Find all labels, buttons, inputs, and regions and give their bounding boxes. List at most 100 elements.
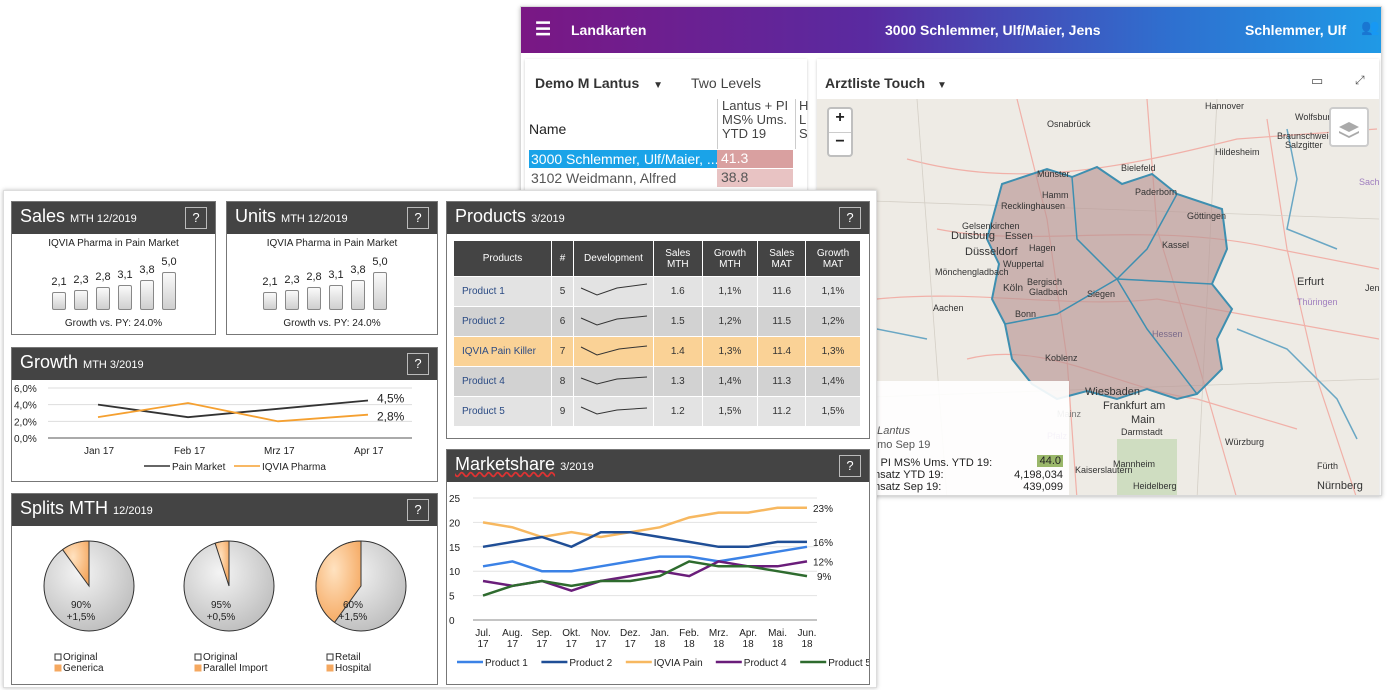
rank-cell: 6 [551, 306, 574, 337]
svg-text:Mönchengladbach: Mönchengladbach [935, 267, 1009, 277]
bar-value-label: 2,8 [306, 271, 322, 283]
bar-value-label: 5,0 [161, 256, 177, 268]
app-title: Landkarten [571, 22, 647, 38]
column-header-name[interactable]: Name [529, 121, 566, 137]
column-header-line: H [799, 98, 809, 113]
card-header: Growth MTH 3/2019 ? [12, 348, 437, 380]
table-row[interactable]: IQVIA Pain Killer 7 1.4 1,3% 11.4 1,3% [453, 336, 861, 367]
legend-label: Pain Market [172, 462, 226, 473]
legend-label: Product 5 [828, 658, 869, 669]
expand-icon[interactable]: ⤢ [1355, 73, 1365, 88]
table-row-selected[interactable]: 3000 Schlemmer, Ulf/Maier, ... 41.3 [529, 150, 793, 168]
column-header[interactable]: # [551, 240, 574, 277]
zoom-out-button[interactable]: − [829, 133, 851, 155]
svg-text:Siegen: Siegen [1087, 289, 1115, 299]
map-canvas[interactable]: Hannover Osnabrück Wolfsburg Braunschwei… [817, 99, 1379, 495]
card-period: MTH 3/2019 [83, 359, 144, 371]
card-period: MTH 12/2019 [70, 213, 137, 225]
help-button[interactable]: ? [185, 207, 207, 229]
svg-text:Thüringen: Thüringen [1297, 297, 1338, 307]
column-header[interactable]: Sales MTH [653, 240, 703, 277]
legend-label: Generica [63, 663, 104, 674]
series-line [97, 399, 369, 419]
bar [52, 292, 66, 310]
growth-mth-cell: 1,1% [701, 276, 759, 307]
end-value-label: 23% [813, 504, 833, 515]
legend-label: Parallel Import [203, 663, 268, 674]
legend-swatch [54, 653, 62, 661]
column-header[interactable]: Development [573, 240, 654, 277]
column-header-value[interactable]: Lantus + PI MS% Ums. YTD 19 [717, 99, 795, 149]
zoom-control: + − [827, 107, 853, 157]
table-row[interactable]: 3102 Weidmann, Alfred 38.8 [529, 169, 793, 187]
layers-button[interactable] [1329, 107, 1369, 147]
x-tick-label: 17 [507, 639, 519, 650]
column-header-extra[interactable]: H L S [795, 98, 809, 149]
card-title: Products 3/2019 [455, 206, 565, 227]
card-header: Units MTH 12/2019 ? [227, 202, 437, 234]
svg-text:Paderborn: Paderborn [1135, 187, 1177, 197]
table-row[interactable]: Product 2 6 1.5 1,2% 11.5 1,2% [453, 306, 861, 337]
column-header[interactable]: Growth MAT [805, 240, 861, 277]
map-list-dropdown-label: Arztliste Touch [825, 75, 926, 91]
user-name[interactable]: Schlemmer, Ulf [1245, 22, 1346, 38]
growth-mat-cell: 1,2% [805, 306, 861, 337]
development-sparkline-cell [573, 276, 654, 307]
y-tick-label: 5 [449, 592, 455, 603]
x-tick-label: Jun. [798, 628, 817, 639]
units-mini-bar-chart: 2,1 2,3 2,8 3,1 3,8 5,0 [262, 254, 403, 310]
help-button[interactable]: ? [407, 499, 429, 521]
zoom-in-button[interactable]: + [829, 109, 851, 133]
bar-value-label: 2,1 [51, 276, 67, 288]
map-list-dropdown[interactable]: Arztliste Touch ▼ [825, 75, 947, 91]
growth-footer: Growth vs. PY: 24.0% [283, 318, 381, 329]
end-value-label: 2,8% [377, 410, 405, 424]
svg-text:Hamm: Hamm [1042, 190, 1069, 200]
map-panel: Arztliste Touch ▼ ▭ ⤢ Hannover Osnabrück… [817, 59, 1379, 495]
sales-mini-bar-chart: 2,1 2,3 2,8 3,1 3,8 5,0 [51, 254, 192, 310]
x-tick-label: Feb. [679, 628, 699, 639]
column-header[interactable]: Sales MAT [757, 240, 807, 277]
help-button[interactable]: ? [407, 353, 429, 375]
x-tick-label: 17 [595, 639, 607, 650]
card-title: Growth MTH 3/2019 [20, 352, 144, 373]
table-row[interactable]: Product 5 9 1.2 1,5% 11.2 1,5% [453, 396, 861, 427]
card-period: MTH 12/2019 [281, 213, 348, 225]
svg-text:Kassel: Kassel [1162, 240, 1189, 250]
x-tick-label: 18 [713, 639, 725, 650]
people-icon[interactable]: 👥 [1361, 18, 1380, 36]
column-header-line: YTD 19 [722, 126, 767, 141]
bar [351, 280, 365, 310]
dataset-dropdown[interactable]: Demo M Lantus ▼ [535, 75, 663, 91]
help-button[interactable]: ? [839, 455, 861, 477]
dataset-dropdown-label: Demo M Lantus [535, 75, 640, 91]
column-header[interactable]: Growth MTH [701, 240, 759, 277]
x-tick-label: Okt. [562, 628, 580, 639]
dashboard: Sales MTH 12/2019 ? IQVIA Pharma in Pain… [3, 190, 877, 688]
column-header[interactable]: Products [453, 240, 552, 277]
help-button[interactable]: ? [407, 207, 429, 229]
window-icon[interactable]: ▭ [1311, 73, 1323, 89]
product-name-cell: Product 2 [453, 306, 552, 337]
table-row[interactable]: Product 4 8 1.3 1,4% 11.3 1,4% [453, 366, 861, 397]
svg-text:Bielefeld: Bielefeld [1121, 163, 1156, 173]
growth-line-chart: 6,0% 4,0% 2,0% 0,0% Jan 17 Feb 17 Mrz 17 Apr 17… [14, 384, 412, 473]
hamburger-menu-icon[interactable]: ☰ [535, 19, 551, 40]
pie-delta-label: +1,5% [339, 612, 368, 623]
svg-text:Gladbach: Gladbach [1029, 287, 1068, 297]
x-tick-label: 18 [772, 639, 784, 650]
tab-two-levels[interactable]: Two Levels [691, 75, 761, 91]
pie-value-label: 95% [211, 600, 231, 611]
x-tick-label: Jul. [475, 628, 491, 639]
legend-swatch [326, 664, 334, 672]
card-header: Marketshare 3/2019 ? [447, 450, 869, 482]
table-row[interactable]: Product 1 5 1.6 1,1% 11.6 1,1% [453, 276, 861, 307]
pie-delta-label: +1,5% [67, 612, 96, 623]
x-tick-label: Dez. [620, 628, 641, 639]
x-tick-label: 17 [566, 639, 578, 650]
region-popup: l) f Lantus emo Sep 19 + PI MS% Ums. YTD… [869, 381, 1069, 495]
help-button[interactable]: ? [839, 207, 861, 229]
caret-down-icon: ▼ [936, 80, 947, 91]
product-name-cell: Product 4 [453, 366, 552, 397]
column-header-line: MS% Ums. [722, 112, 787, 127]
